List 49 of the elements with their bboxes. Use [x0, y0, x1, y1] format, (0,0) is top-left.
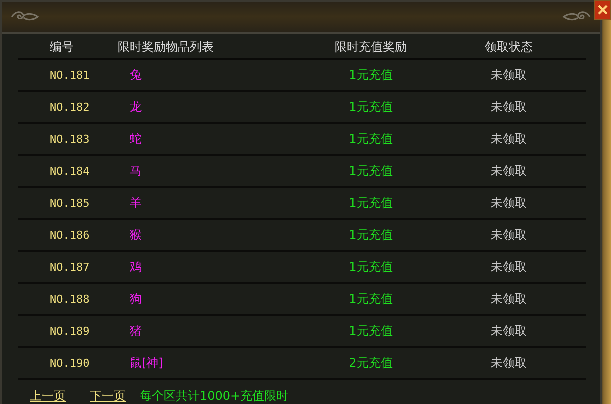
column-header: 编号 — [49, 38, 75, 56]
item-name: 鼠[神] — [129, 354, 164, 372]
recharge-reward: 2元充值 — [348, 354, 394, 372]
footer-note: 每个区共计1000+充值限时 — [140, 388, 289, 404]
claim-status: 未领取 — [490, 130, 528, 148]
claim-status: 未领取 — [490, 290, 528, 308]
reward-number: NO.183 — [49, 132, 91, 146]
reward-number: NO.181 — [49, 68, 91, 82]
claim-status: 未领取 — [490, 258, 528, 276]
item-name: 蛇 — [129, 130, 143, 148]
item-name: 鸡 — [129, 258, 143, 276]
claim-status: 未领取 — [490, 354, 528, 372]
recharge-reward: 1元充值 — [348, 66, 394, 84]
reward-number: NO.186 — [49, 228, 91, 242]
reward-number: NO.182 — [49, 100, 91, 114]
recharge-reward: 1元充值 — [348, 258, 394, 276]
claim-status: 未领取 — [490, 66, 528, 84]
recharge-reward: 1元充值 — [348, 290, 394, 308]
reward-number: NO.185 — [49, 196, 91, 210]
reward-number: NO.187 — [49, 260, 91, 274]
recharge-reward: 1元充值 — [348, 226, 394, 244]
reward-number: NO.188 — [49, 292, 91, 306]
column-header: 领取状态 — [484, 38, 534, 56]
item-name: 猪 — [129, 322, 143, 340]
column-header: 限时奖励物品列表 — [117, 38, 215, 56]
prev-page-link[interactable]: 上一页 — [30, 388, 66, 404]
recharge-reward: 1元充值 — [348, 162, 394, 180]
claim-status: 未领取 — [490, 322, 528, 340]
item-name: 马 — [129, 162, 143, 180]
recharge-reward: 1元充值 — [348, 98, 394, 116]
item-name: 狗 — [129, 290, 143, 308]
claim-status: 未领取 — [490, 226, 528, 244]
claim-status: 未领取 — [490, 194, 528, 212]
recharge-reward: 1元充值 — [348, 130, 394, 148]
close-button[interactable] — [594, 0, 611, 20]
reward-number: NO.189 — [49, 324, 91, 338]
item-name: 兔 — [129, 66, 143, 84]
recharge-reward: 1元充值 — [348, 322, 394, 340]
reward-number: NO.184 — [49, 164, 91, 178]
reward-number: NO.190 — [49, 356, 91, 370]
next-page-link[interactable]: 下一页 — [90, 388, 126, 404]
recharge-reward: 1元充值 — [348, 194, 394, 212]
item-name: 猴 — [129, 226, 143, 244]
item-name: 羊 — [129, 194, 143, 212]
column-header: 限时充值奖励 — [334, 38, 408, 56]
claim-status: 未领取 — [490, 98, 528, 116]
claim-status: 未领取 — [490, 162, 528, 180]
item-name: 龙 — [129, 98, 143, 116]
close-icon — [596, 4, 608, 16]
